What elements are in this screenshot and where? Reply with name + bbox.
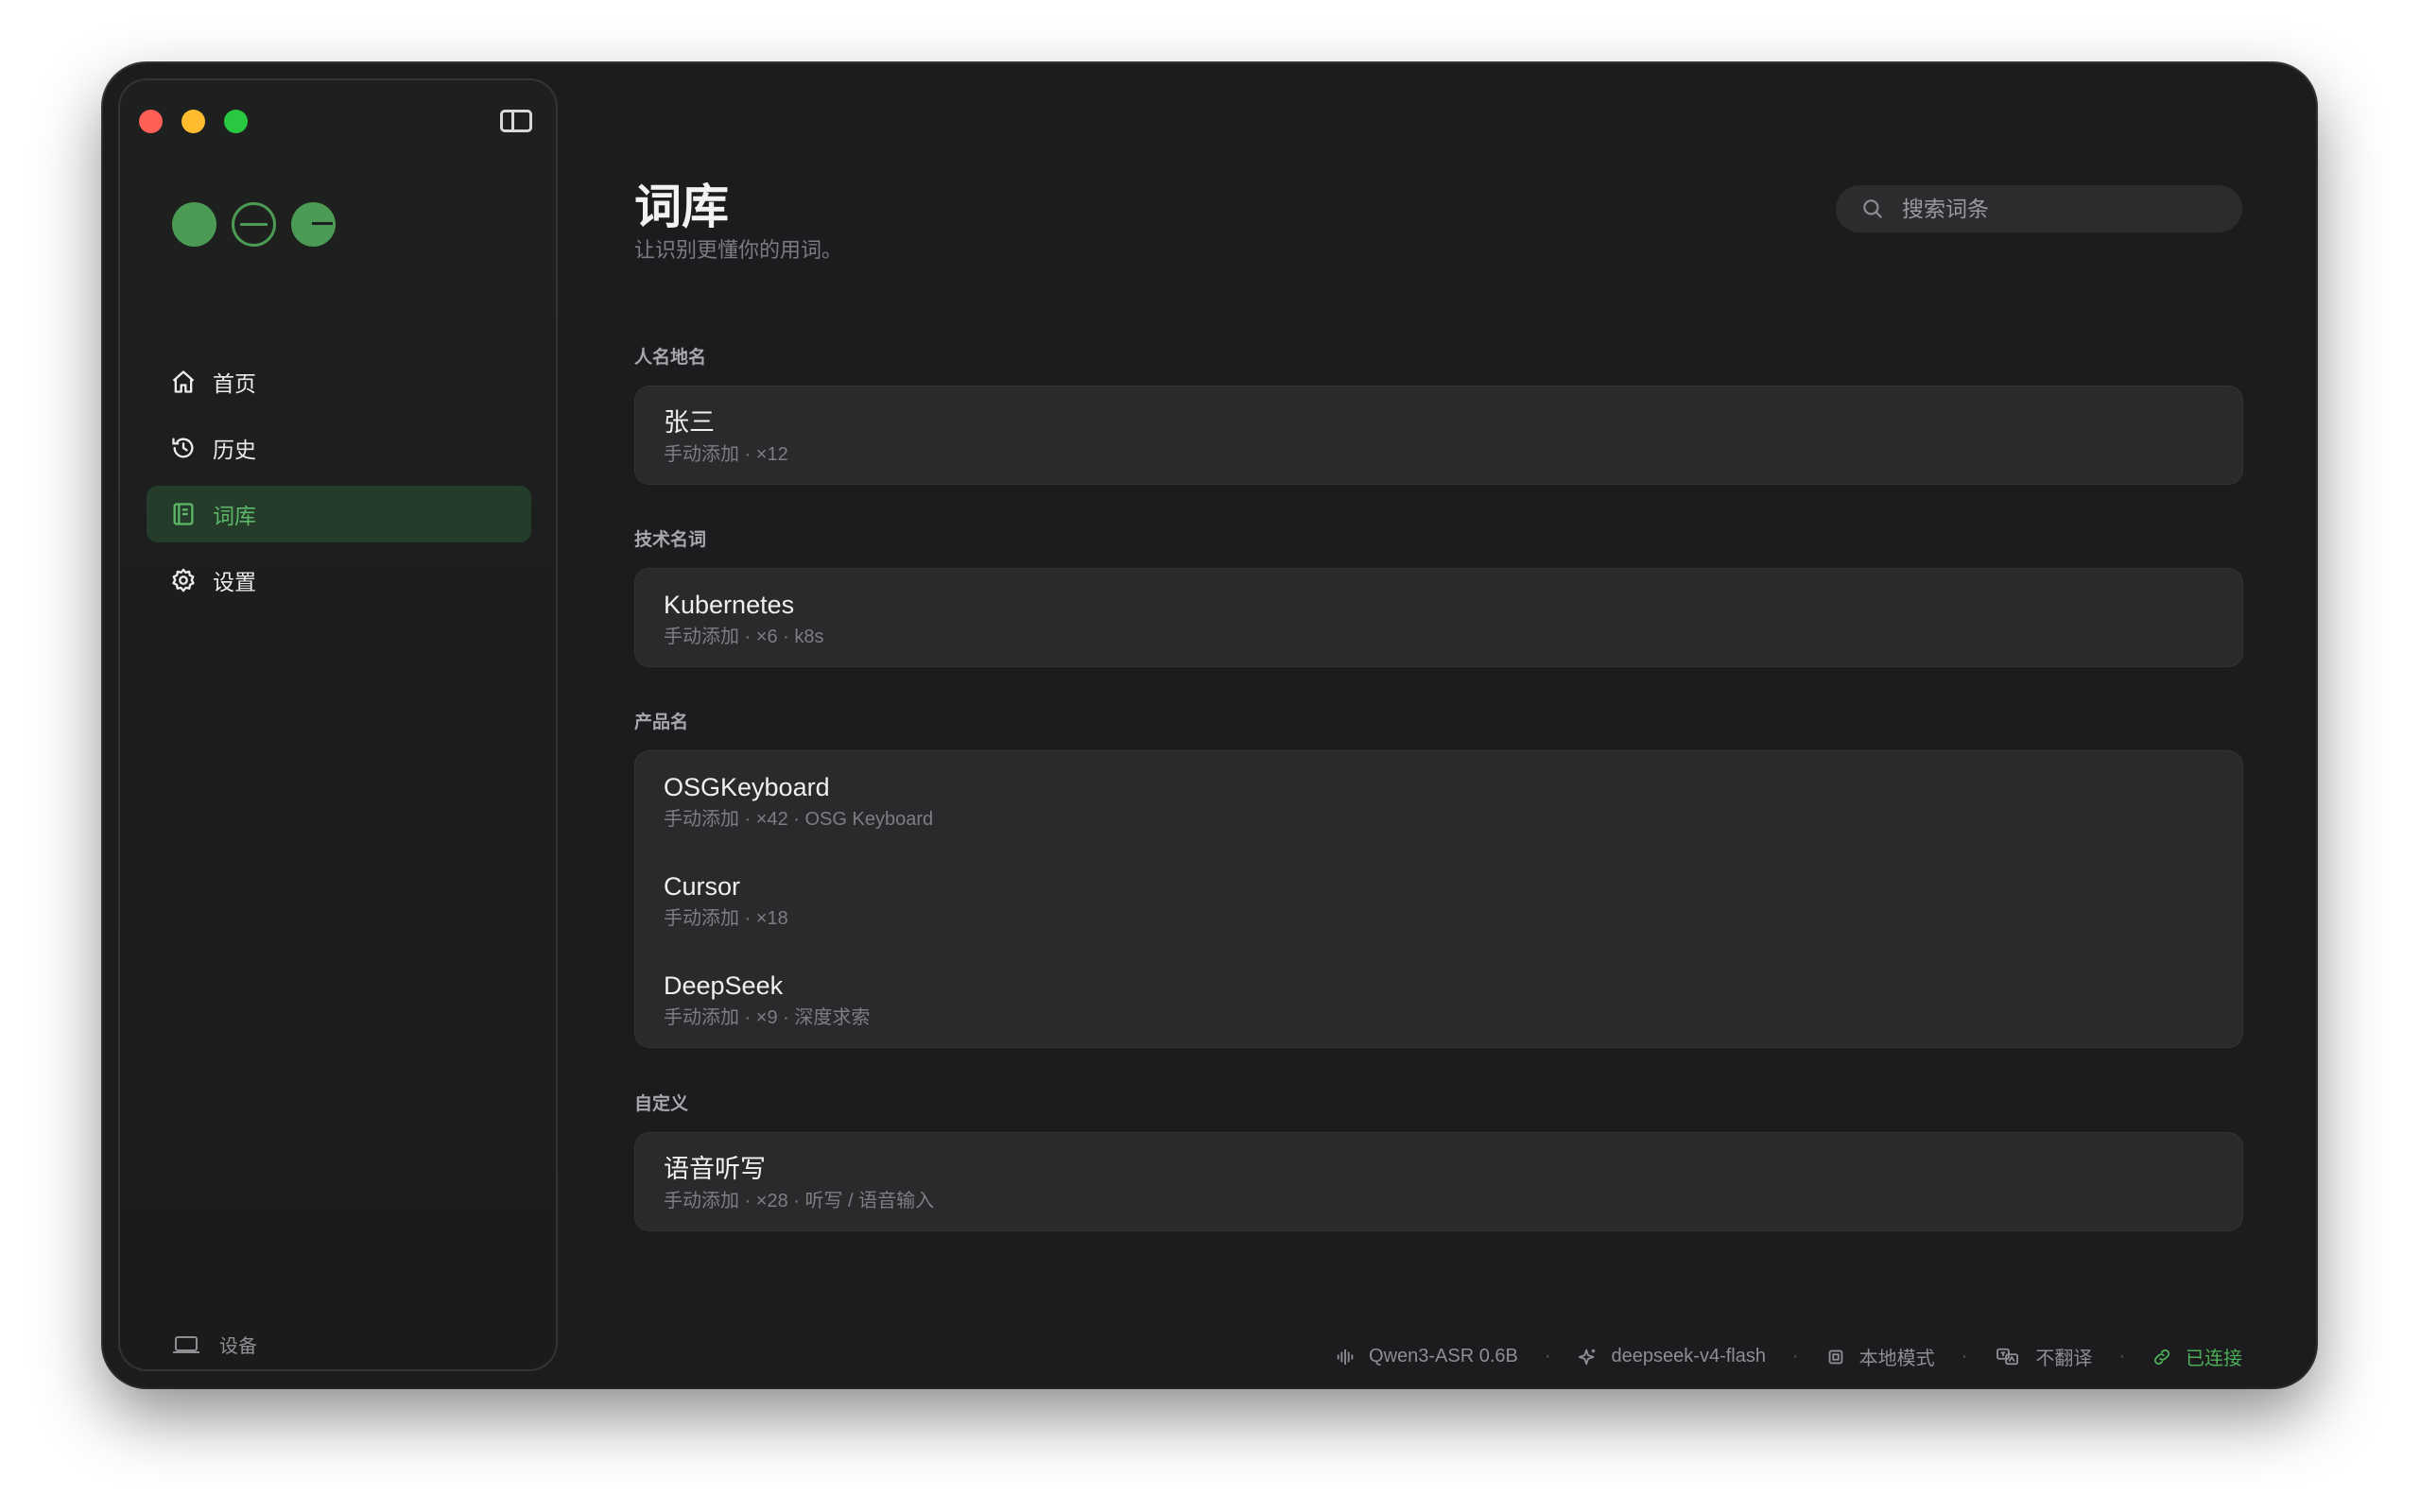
sidebar-item-history[interactable]: 历史 — [147, 420, 531, 476]
entry-meta: 手动添加 · ×9 · 深度求索 — [664, 1007, 871, 1028]
minimize-window-button[interactable] — [182, 110, 205, 133]
sidebar-item-home[interactable]: 首页 — [147, 353, 531, 410]
entry-meta: 手动添加 · ×42 · OSG Keyboard — [664, 809, 934, 830]
translate-label: 不翻译 — [2035, 1349, 2093, 1369]
entry-name: Cursor — [664, 872, 741, 901]
asr-model-label: Qwen3-ASR 0.6B — [1369, 1346, 1518, 1366]
entry-name: OSGKeyboard — [664, 773, 830, 801]
search-input[interactable] — [1900, 195, 2225, 223]
sidebar-nav: 首页 历史 词库 设置 — [147, 353, 531, 618]
status-separator: · — [1961, 1346, 1968, 1366]
entry-card-tech: Kubernetes 手动添加 · ×6 · k8s — [634, 568, 2243, 667]
zoom-window-button[interactable] — [224, 110, 248, 133]
close-window-button[interactable] — [139, 110, 163, 133]
entry-card-names: 张三 手动添加 · ×12 — [634, 386, 2243, 485]
entry-meta: 手动添加 · ×12 — [664, 444, 788, 465]
translate-status[interactable]: 不翻译 — [1994, 1343, 2092, 1370]
list-item[interactable]: 张三 手动添加 · ×12 — [634, 386, 2243, 485]
book-icon — [169, 500, 198, 528]
sidebar-item-label: 历史 — [213, 438, 256, 462]
home-icon — [169, 368, 198, 396]
search-icon — [1863, 199, 1882, 218]
sidebar-item-settings[interactable]: 设置 — [147, 552, 531, 609]
gear-icon — [169, 566, 198, 594]
entry-name: DeepSeek — [664, 971, 784, 1000]
list-item[interactable]: OSGKeyboard 手动添加 · ×42 · OSG Keyboard — [634, 750, 2243, 850]
status-separator: · — [1544, 1346, 1551, 1366]
list-item[interactable]: Kubernetes 手动添加 · ×6 · k8s — [634, 568, 2243, 667]
device-icon — [173, 1335, 199, 1353]
device-button[interactable]: 设备 — [172, 1331, 257, 1358]
search-box[interactable] — [1836, 185, 2242, 232]
group-label-tech: 技术名词 — [634, 530, 707, 550]
main-content: 词库 让识别更懂你的用词。 人名地名 张三 手动添加 · ×12 技术名词 Ku… — [634, 63, 2316, 1387]
status-separator: · — [1791, 1346, 1799, 1366]
entry-meta: 手动添加 · ×28 · 听写 / 语音输入 — [664, 1191, 935, 1211]
mode-status[interactable]: 本地模式 — [1825, 1343, 1935, 1370]
list-item[interactable]: DeepSeek 手动添加 · ×9 · 深度求索 — [634, 949, 2243, 1048]
asr-model-status[interactable]: Qwen3-ASR 0.6B — [1335, 1346, 1518, 1367]
link-icon — [2153, 1349, 2170, 1365]
device-label: 设备 — [219, 1336, 257, 1357]
app-logo — [172, 202, 336, 247]
mode-label: 本地模式 — [1858, 1349, 1935, 1369]
history-icon — [169, 434, 198, 462]
entry-meta: 手动添加 · ×6 · k8s — [664, 627, 824, 647]
logo-dot-half — [291, 202, 336, 247]
llm-model-status[interactable]: deepseek-v4-flash — [1578, 1346, 1766, 1367]
waveform-icon — [1337, 1349, 1354, 1365]
entry-name: Kubernetes — [664, 591, 795, 619]
connection-label: 已连接 — [2186, 1349, 2242, 1369]
chip-icon — [1828, 1349, 1842, 1364]
llm-model-label: deepseek-v4-flash — [1611, 1346, 1766, 1366]
sidebar-toggle-icon[interactable] — [500, 110, 532, 132]
sparkle-icon — [1578, 1349, 1595, 1365]
status-bar: Qwen3-ASR 0.6B · deepseek-v4-flash · 本地模… — [1335, 1343, 2242, 1370]
sidebar-item-vocabulary[interactable]: 词库 — [147, 486, 531, 542]
connection-status[interactable]: 已连接 — [2152, 1343, 2242, 1370]
logo-dot-ring — [232, 202, 276, 247]
sidebar-item-label: 首页 — [213, 371, 256, 396]
sidebar-item-label: 设置 — [213, 570, 256, 594]
app-window: 首页 历史 词库 设置 设备 词库 让识别更懂你的用词。 搜索词条 人名地名 张… — [103, 63, 2316, 1387]
entry-name: 语音听写 — [664, 1155, 766, 1183]
page-subtitle: 让识别更懂你的用词。 — [634, 238, 843, 262]
group-label-custom: 自定义 — [634, 1094, 689, 1114]
status-separator: · — [2118, 1346, 2125, 1366]
translate-icon — [1996, 1348, 2019, 1365]
page-title: 词库 — [634, 180, 729, 233]
window-controls — [139, 110, 248, 133]
entry-meta: 手动添加 · ×18 — [664, 908, 788, 929]
list-item[interactable]: 语音听写 手动添加 · ×28 · 听写 / 语音输入 — [634, 1132, 2243, 1231]
sidebar: 首页 历史 词库 设置 设备 — [118, 78, 558, 1371]
sidebar-item-label: 词库 — [213, 504, 256, 528]
entry-card-custom: 语音听写 手动添加 · ×28 · 听写 / 语音输入 — [634, 1132, 2243, 1231]
group-label-names: 人名地名 — [634, 348, 707, 368]
entry-name: 张三 — [664, 408, 715, 437]
group-label-products: 产品名 — [634, 713, 689, 732]
list-item[interactable]: Cursor 手动添加 · ×18 — [634, 850, 2243, 949]
entry-card-products: OSGKeyboard 手动添加 · ×42 · OSG Keyboard Cu… — [634, 750, 2243, 1048]
logo-dot-solid — [172, 202, 216, 247]
